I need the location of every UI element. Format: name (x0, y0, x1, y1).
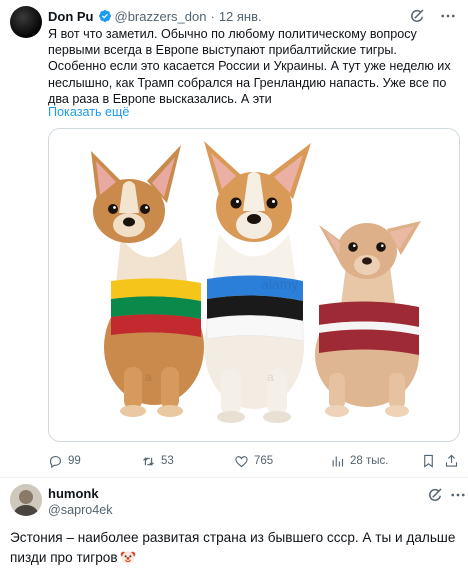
views-chart-icon (332, 456, 344, 466)
repost-count: 53 (161, 455, 174, 467)
watermark-alamy: alamy (261, 276, 298, 292)
more-options-icon[interactable] (438, 7, 458, 25)
tweet-text: Я вот что заметил. Обычно по любому поли… (48, 27, 451, 106)
author-name[interactable]: Don Pu (48, 9, 94, 24)
more-options-icon[interactable] (448, 486, 468, 504)
grok-icon[interactable] (426, 486, 444, 504)
bookmark-icon[interactable] (421, 453, 436, 469)
flag-lithuania (111, 278, 201, 337)
grok-icon[interactable] (408, 7, 426, 25)
reply-avatar[interactable] (10, 484, 42, 516)
reply-text-content: Эстония – наиболее развитая страна из бы… (10, 530, 456, 565)
reply-icon (49, 455, 62, 468)
flag-latvia (319, 301, 419, 355)
views-count: 28 тыс. (350, 455, 389, 467)
repost-button[interactable]: 53 (141, 452, 174, 470)
repost-icon (143, 456, 154, 466)
reply-count: 99 (68, 455, 81, 467)
author-handle[interactable]: @brazzers_don (115, 9, 207, 24)
chihuahuas-with-flags-image: alamy a a (49, 129, 459, 441)
tweet-header: Don Pu @brazzers_don · 12 янв. (48, 7, 458, 25)
reply-author-handle[interactable]: @sapro4ek (48, 503, 113, 517)
watermark-a-2: a (267, 370, 274, 384)
reply-tweet[interactable]: humonk @sapro4ek Эстония – наиболее разв… (0, 478, 468, 578)
heart-icon (235, 455, 248, 467)
tweet-actions-bar: 99 53 765 28 тыс. (48, 452, 460, 470)
show-more-link[interactable]: Показать ещё (48, 105, 129, 119)
like-count: 765 (254, 455, 274, 467)
like-button[interactable]: 765 (234, 452, 273, 470)
verified-badge-icon (98, 10, 111, 22)
clown-face-icon (120, 551, 135, 564)
tweet[interactable]: Don Pu @brazzers_don · 12 янв. Я вот что… (0, 0, 468, 476)
reply-author-name[interactable]: humonk (48, 486, 99, 501)
tweet-image[interactable]: alamy a a (48, 128, 460, 442)
views-button[interactable]: 28 тыс. (330, 452, 388, 470)
watermark-a-1: a (145, 370, 152, 384)
share-icon[interactable] (444, 453, 459, 469)
separator-dot: · (210, 8, 215, 24)
avatar[interactable] (10, 6, 42, 38)
tweet-date[interactable]: 12 янв. (219, 9, 262, 24)
reply-text: Эстония – наиболее развитая страна из бы… (10, 528, 462, 568)
reply-button[interactable]: 99 (48, 452, 81, 470)
